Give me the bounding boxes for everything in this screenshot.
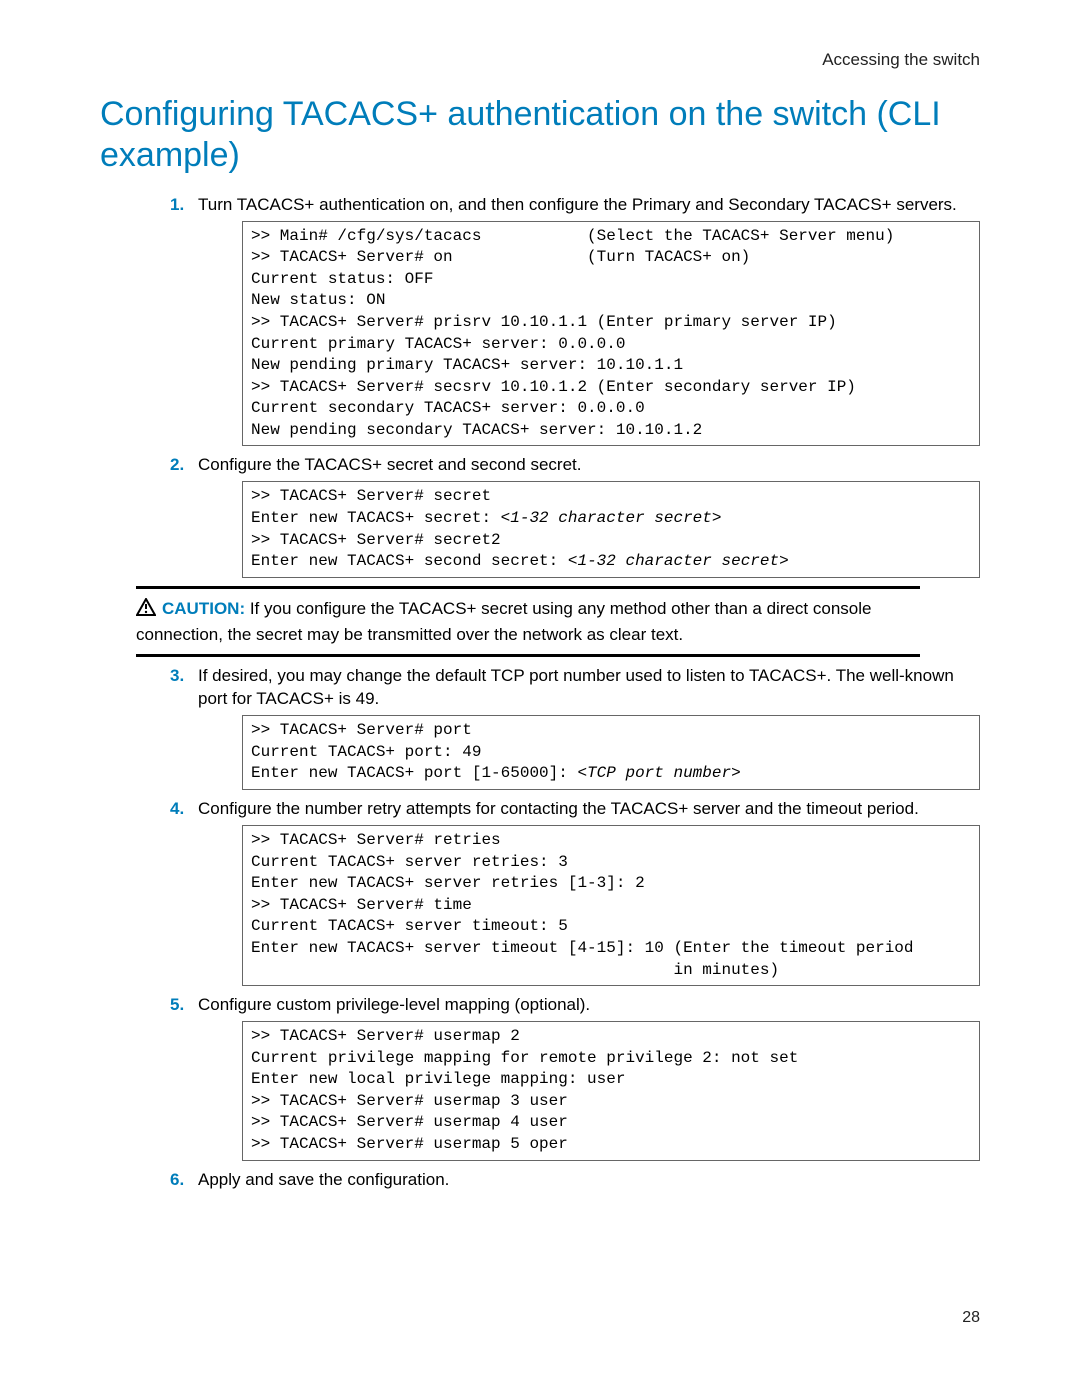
- step-text: Configure custom privilege-level mapping…: [198, 995, 590, 1014]
- step-number: 3.: [170, 665, 184, 688]
- step-text: Configure the TACACS+ secret and second …: [198, 455, 582, 474]
- step-number: 5.: [170, 994, 184, 1017]
- step-3: 3. If desired, you may change the defaul…: [170, 665, 980, 790]
- page-title: Configuring TACACS+ authentication on th…: [100, 94, 980, 176]
- step-6: 6. Apply and save the configuration.: [170, 1169, 980, 1192]
- code-block: >> TACACS+ Server# secret Enter new TACA…: [242, 481, 980, 577]
- step-text: Configure the number retry attempts for …: [198, 799, 919, 818]
- document-page: Accessing the switch Configuring TACACS+…: [0, 0, 1080, 1397]
- steps-list-b: 3. If desired, you may change the defaul…: [170, 665, 980, 1191]
- caution-icon: [136, 598, 156, 623]
- page-number: 28: [962, 1309, 980, 1327]
- step-2: 2. Configure the TACACS+ secret and seco…: [170, 454, 980, 577]
- section-header: Accessing the switch: [100, 50, 980, 70]
- step-number: 6.: [170, 1169, 184, 1192]
- step-number: 2.: [170, 454, 184, 477]
- step-text: Apply and save the configuration.: [198, 1170, 449, 1189]
- code-block: >> TACACS+ Server# port Current TACACS+ …: [242, 715, 980, 790]
- step-text: If desired, you may change the default T…: [198, 666, 954, 708]
- caution-box: CAUTION: If you configure the TACACS+ se…: [136, 586, 920, 658]
- caution-text: If you configure the TACACS+ secret usin…: [136, 599, 871, 644]
- code-block: >> TACACS+ Server# retries Current TACAC…: [242, 825, 980, 986]
- step-4: 4. Configure the number retry attempts f…: [170, 798, 980, 986]
- step-5: 5. Configure custom privilege-level mapp…: [170, 994, 980, 1161]
- code-block: >> Main# /cfg/sys/tacacs (Select the TAC…: [242, 221, 980, 447]
- caution-label: CAUTION:: [162, 599, 245, 618]
- step-number: 4.: [170, 798, 184, 821]
- step-number: 1.: [170, 194, 184, 217]
- steps-list-a: 1. Turn TACACS+ authentication on, and t…: [170, 194, 980, 578]
- code-block: >> TACACS+ Server# usermap 2 Current pri…: [242, 1021, 980, 1161]
- step-text: Turn TACACS+ authentication on, and then…: [198, 195, 957, 214]
- step-1: 1. Turn TACACS+ authentication on, and t…: [170, 194, 980, 447]
